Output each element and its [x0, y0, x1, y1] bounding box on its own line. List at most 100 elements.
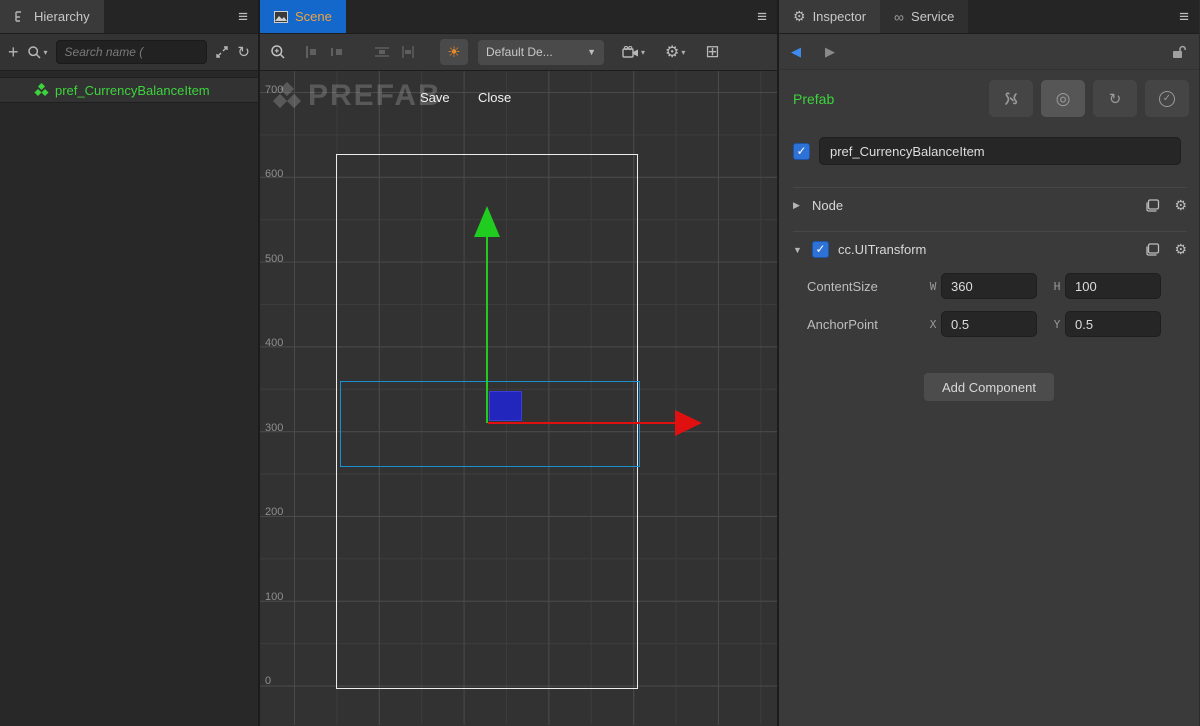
tab-service[interactable]: ∞ Service [880, 0, 968, 33]
anchor-point-y-input[interactable] [1065, 311, 1161, 337]
prefab-save-button[interactable]: Save [420, 90, 450, 105]
prefab-mode-watermark: PREFAB [272, 79, 442, 113]
uitransform-settings-gear-icon[interactable]: ⚙ [1174, 241, 1187, 258]
grid-snap-icon[interactable]: ⊞ [705, 42, 719, 62]
anchor-point-label: AnchorPoint [807, 317, 925, 332]
distribute-horizontal-icon[interactable] [374, 45, 390, 59]
node-active-checkbox[interactable]: ✓ [793, 143, 810, 160]
unlock-icon[interactable] [1171, 44, 1187, 59]
uitransform-enabled-checkbox[interactable]: ✓ [812, 241, 829, 258]
collapsed-arrow-icon: ▶ [793, 200, 803, 211]
content-size-width-input[interactable] [941, 273, 1037, 299]
scene-panel: Scene ≡ ☀ Default De... ▼ [260, 0, 777, 726]
scene-viewport[interactable]: 700 600 500 400 300 200 100 0 PREFAB Sav… [260, 71, 777, 725]
editor-window: Hierarchy ≡ + ▾ ↻ pref_ [0, 0, 1200, 726]
node-settings-gear-icon[interactable]: ⚙ [1174, 197, 1187, 214]
distribute-vertical-icon[interactable] [400, 45, 416, 59]
x-axis-label: X [925, 318, 941, 331]
camera-view-dropdown[interactable]: Default De... ▼ [478, 40, 604, 65]
nav-forward-icon[interactable]: ▶ [825, 44, 835, 60]
width-axis-label: W [925, 280, 941, 293]
scene-camera-icon[interactable]: ▾ [622, 46, 645, 59]
gizmo-y-axis-arrowhead[interactable] [474, 206, 500, 237]
search-filter-dropdown-icon: ▾ [44, 48, 48, 57]
node-docs-icon[interactable] [1145, 199, 1160, 212]
revert-icon: ↻ [1109, 90, 1122, 108]
gizmo-x-axis-arrowhead[interactable] [675, 410, 702, 436]
search-input[interactable] [56, 40, 208, 64]
content-size-label: ContentSize [807, 279, 925, 294]
hierarchy-tab-label: Hierarchy [34, 9, 90, 24]
gizmo-origin-cube[interactable] [489, 391, 522, 421]
hierarchy-menu-icon[interactable]: ≡ [238, 0, 248, 34]
target-icon: ◎ [1056, 89, 1071, 109]
tab-scene[interactable]: Scene [260, 0, 346, 33]
ruler-label: 500 [265, 253, 291, 265]
revert-prefab-button[interactable]: ↻ [1093, 80, 1137, 117]
chevron-down-icon: ▼ [587, 47, 596, 57]
y-axis-label: Y [1049, 318, 1065, 331]
anchor-point-row: AnchorPoint X Y [807, 311, 1185, 337]
scene-tab-label: Scene [295, 9, 332, 24]
node-name-row: ✓ [779, 125, 1199, 169]
height-axis-label: H [1049, 280, 1065, 293]
apply-prefab-button[interactable]: ✓ [1145, 80, 1189, 117]
unlink-prefab-button[interactable] [989, 80, 1033, 117]
prefab-close-button[interactable]: Close [478, 90, 511, 105]
inspector-nav-row: ◀ ▶ [779, 34, 1199, 70]
add-component-button[interactable]: Add Component [924, 373, 1054, 401]
scene-settings-gear-icon[interactable]: ⚙ ▾ [665, 42, 685, 62]
camera-dropdown-icon: ▾ [641, 48, 645, 57]
hierarchy-tabbar: Hierarchy ≡ [0, 0, 258, 34]
prefab-cubes-icon [34, 83, 49, 97]
uitransform-header-label: cc.UITransform [838, 242, 926, 257]
service-link-icon: ∞ [894, 9, 904, 25]
add-component-wrap: Add Component [779, 373, 1199, 401]
camera-view-dropdown-value: Default De... [486, 45, 553, 59]
prefab-label: Prefab [793, 91, 834, 107]
settings-dropdown-icon: ▾ [681, 48, 685, 57]
ruler-label: 200 [265, 506, 291, 518]
apply-check-icon: ✓ [1159, 91, 1175, 107]
gizmo-x-axis[interactable] [488, 422, 676, 424]
ruler-label: 100 [265, 591, 291, 603]
node-name-input[interactable] [819, 137, 1181, 165]
scene-menu-icon[interactable]: ≡ [757, 0, 767, 34]
ruler-label: 400 [265, 337, 291, 349]
hierarchy-toolbar: + ▾ ↻ [0, 34, 258, 71]
node-component-header[interactable]: ▶ Node ⚙ [793, 187, 1187, 217]
zoom-tool-icon[interactable] [270, 44, 286, 60]
uitransform-docs-icon[interactable] [1145, 243, 1160, 256]
prefab-actions: ◎ ↻ ✓ [989, 80, 1189, 117]
tab-inspector[interactable]: ⚙ Inspector [779, 0, 880, 33]
inspector-menu-icon[interactable]: ≡ [1179, 0, 1189, 34]
uitransform-component-header[interactable]: ▼ ✓ cc.UITransform ⚙ [793, 231, 1187, 261]
node-header-actions: ⚙ [1145, 197, 1187, 214]
align-vertical-icon[interactable] [329, 45, 344, 59]
gizmo-y-axis[interactable] [486, 237, 488, 423]
inspector-tabbar: ⚙ Inspector ∞ Service ≡ [779, 0, 1199, 34]
expand-all-icon[interactable] [215, 45, 229, 59]
hierarchy-item-label: pref_CurrencyBalanceItem [55, 83, 210, 98]
anchor-point-x-input[interactable] [941, 311, 1037, 337]
inspector-panel: ⚙ Inspector ∞ Service ≡ ◀ ▶ Prefab [779, 0, 1199, 726]
locate-prefab-asset-button[interactable]: ◎ [1041, 80, 1085, 117]
content-size-height-input[interactable] [1065, 273, 1161, 299]
nav-back-icon[interactable]: ◀ [791, 44, 801, 60]
align-horizontal-icon[interactable] [304, 45, 319, 59]
refresh-hierarchy-icon[interactable]: ↻ [237, 43, 250, 61]
uitransform-header-actions: ⚙ [1145, 241, 1187, 258]
prefab-header-row: Prefab ◎ ↻ ✓ [779, 70, 1199, 125]
tab-hierarchy[interactable]: Hierarchy [0, 0, 104, 33]
ruler-label: 0 [265, 675, 291, 687]
expanded-arrow-icon: ▼ [793, 245, 803, 255]
hierarchy-item-prefab-root[interactable]: pref_CurrencyBalanceItem [0, 77, 258, 103]
search-filter-button[interactable]: ▾ [27, 45, 48, 60]
ruler-label: 300 [265, 422, 291, 434]
inspector-tab-label: Inspector [813, 9, 866, 24]
prefab-watermark-cubes-icon [272, 82, 302, 110]
content-size-row: ContentSize W H [807, 273, 1185, 299]
create-node-button[interactable]: + [8, 42, 19, 63]
scene-tabbar: Scene ≡ [260, 0, 777, 34]
scene-light-toggle-icon[interactable]: ☀ [440, 39, 468, 65]
